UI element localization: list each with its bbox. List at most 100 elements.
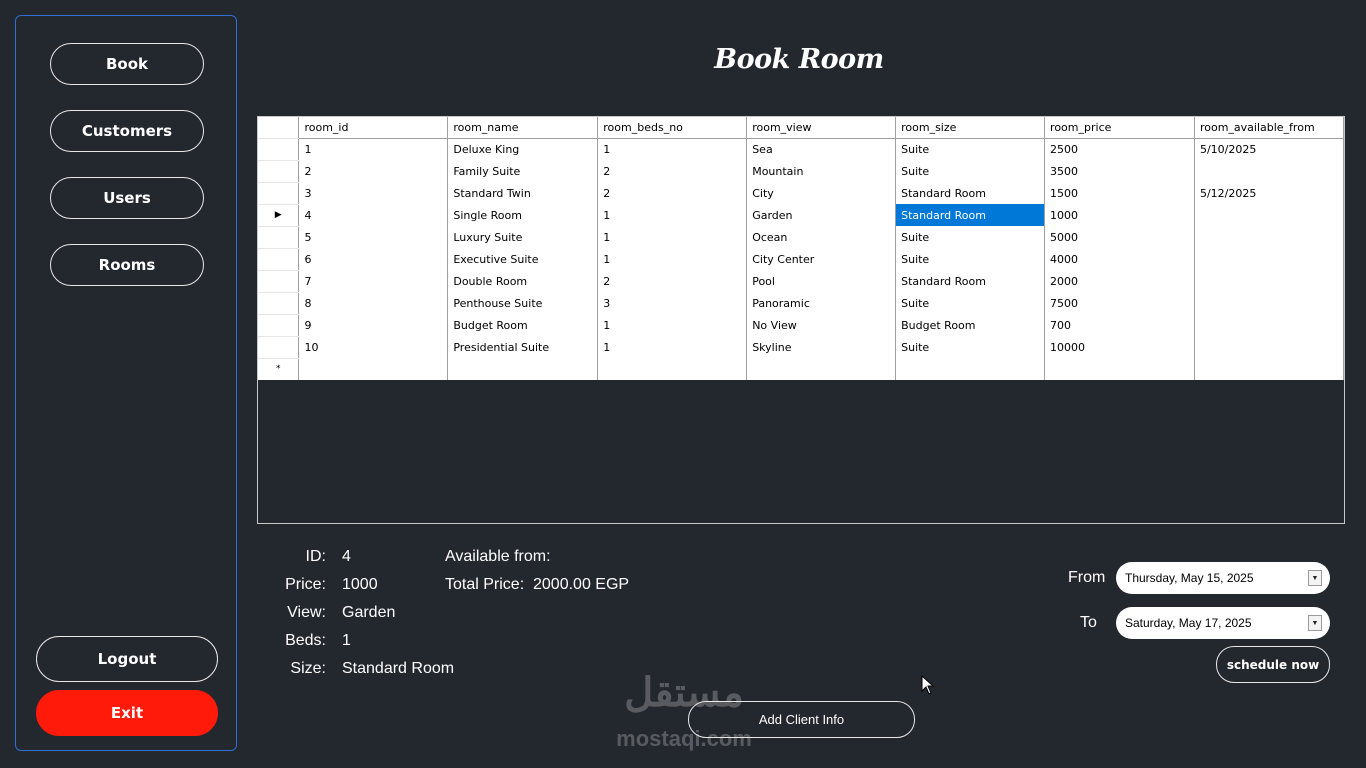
column-header-room-size[interactable]: room_size	[895, 117, 1046, 139]
row-header[interactable]	[258, 314, 300, 337]
add-client-info-button[interactable]: Add Client Info	[688, 701, 915, 738]
row-header[interactable]	[258, 292, 300, 315]
from-date-picker[interactable]: Thursday, May 15, 2025 ▼	[1116, 562, 1330, 594]
column-header-room-beds-no[interactable]: room_beds_no	[597, 117, 748, 139]
cell-room-size[interactable]: Suite	[895, 336, 1046, 358]
cell-room-id[interactable]: 10	[298, 336, 449, 358]
cell-room-view[interactable]: City	[746, 182, 897, 204]
cell-room-price[interactable]: 5000	[1044, 226, 1195, 248]
cell-room-price[interactable]: 1000	[1044, 204, 1195, 226]
customers-button[interactable]: Customers	[50, 110, 204, 152]
column-header-room-name[interactable]: room_name	[447, 117, 599, 139]
row-header[interactable]	[258, 226, 300, 249]
cell-room-id[interactable]: 5	[298, 226, 449, 248]
cell-room-available-from[interactable]: 5/10/2025	[1194, 138, 1345, 160]
cell-room-view[interactable]: Mountain	[746, 160, 897, 182]
row-header[interactable]	[258, 336, 300, 359]
row-header[interactable]	[258, 138, 300, 161]
new-row-cell[interactable]	[447, 358, 599, 380]
cell-room-price[interactable]: 2500	[1044, 138, 1195, 160]
cell-room-name[interactable]: Executive Suite	[447, 248, 599, 270]
schedule-now-button[interactable]: schedule now	[1216, 646, 1330, 683]
table-row[interactable]: 3 Standard Twin 2 City Standard Room 1500 5/12…	[258, 182, 1345, 205]
cell-room-beds-no[interactable]: 1	[597, 314, 748, 336]
cell-room-name[interactable]: Family Suite	[447, 160, 599, 182]
cell-room-beds-no[interactable]: 2	[597, 270, 748, 292]
cell-room-price[interactable]: 3500	[1044, 160, 1195, 182]
cell-room-price[interactable]: 700	[1044, 314, 1195, 336]
column-header-room-price[interactable]: room_price	[1044, 117, 1195, 139]
new-row[interactable]: *	[258, 358, 1345, 380]
new-row-cell[interactable]	[597, 358, 748, 380]
cell-room-view[interactable]: Sea	[746, 138, 897, 160]
column-header-room-view[interactable]: room_view	[746, 117, 897, 139]
to-date-picker[interactable]: Saturday, May 17, 2025 ▼	[1116, 607, 1330, 639]
cell-room-available-from[interactable]	[1194, 314, 1345, 336]
cell-room-available-from[interactable]	[1194, 160, 1345, 182]
table-row[interactable]: 9 Budget Room 1 No View Budget Room 700	[258, 314, 1345, 337]
chevron-down-icon[interactable]: ▼	[1308, 615, 1322, 631]
cell-room-name[interactable]: Single Room	[447, 204, 599, 226]
row-header[interactable]	[258, 270, 300, 293]
new-row-cell[interactable]	[746, 358, 897, 380]
logout-button[interactable]: Logout	[36, 636, 218, 682]
cell-room-beds-no[interactable]: 1	[597, 138, 748, 160]
cell-room-size[interactable]: Suite	[895, 160, 1046, 182]
rooms-button[interactable]: Rooms	[50, 244, 204, 286]
table-row[interactable]: 7 Double Room 2 Pool Standard Room 2000	[258, 270, 1345, 293]
cell-room-name[interactable]: Standard Twin	[447, 182, 599, 204]
cell-room-size[interactable]: Budget Room	[895, 314, 1046, 336]
cell-room-available-from[interactable]	[1194, 336, 1345, 358]
row-header[interactable]	[258, 248, 300, 271]
cell-room-name[interactable]: Double Room	[447, 270, 599, 292]
row-header[interactable]	[258, 182, 300, 205]
chevron-down-icon[interactable]: ▼	[1308, 570, 1322, 586]
current-row-indicator-icon[interactable]: ▶	[258, 204, 300, 227]
cell-room-size[interactable]: Standard Room	[895, 270, 1046, 292]
book-button[interactable]: Book	[50, 43, 204, 85]
cell-room-view[interactable]: City Center	[746, 248, 897, 270]
row-header[interactable]	[258, 160, 300, 183]
cell-room-view[interactable]: Pool	[746, 270, 897, 292]
table-row[interactable]: 10 Presidential Suite 1 Skyline Suite 10000	[258, 336, 1345, 359]
cell-room-view[interactable]: Garden	[746, 204, 897, 226]
cell-room-name[interactable]: Budget Room	[447, 314, 599, 336]
cell-room-id[interactable]: 4	[298, 204, 449, 226]
cell-room-name[interactable]: Penthouse Suite	[447, 292, 599, 314]
cell-room-name[interactable]: Luxury Suite	[447, 226, 599, 248]
cell-room-size[interactable]: Suite	[895, 138, 1046, 160]
cell-room-id[interactable]: 1	[298, 138, 449, 160]
new-row-cell[interactable]	[895, 358, 1046, 380]
cell-room-price[interactable]: 1500	[1044, 182, 1195, 204]
cell-room-id[interactable]: 2	[298, 160, 449, 182]
cell-room-beds-no[interactable]: 3	[597, 292, 748, 314]
cell-room-size[interactable]: Standard Room	[895, 182, 1046, 204]
cell-room-price[interactable]: 7500	[1044, 292, 1195, 314]
cell-room-id[interactable]: 7	[298, 270, 449, 292]
cell-room-size[interactable]: Suite	[895, 248, 1046, 270]
cell-room-price[interactable]: 2000	[1044, 270, 1195, 292]
cell-room-view[interactable]: No View	[746, 314, 897, 336]
cell-room-beds-no[interactable]: 1	[597, 336, 748, 358]
cell-room-size[interactable]: Suite	[895, 226, 1046, 248]
column-header-room-id[interactable]: room_id	[298, 117, 449, 139]
column-header-room-available-from[interactable]: room_available_from	[1194, 117, 1345, 139]
cell-room-name[interactable]: Presidential Suite	[447, 336, 599, 358]
cell-room-available-from[interactable]	[1194, 270, 1345, 292]
cell-room-beds-no[interactable]: 2	[597, 160, 748, 182]
cell-room-size[interactable]: Standard Room	[895, 204, 1046, 226]
cell-room-size[interactable]: Suite	[895, 292, 1046, 314]
cell-room-view[interactable]: Panoramic	[746, 292, 897, 314]
new-row-cell[interactable]	[298, 358, 449, 380]
cell-room-beds-no[interactable]: 1	[597, 226, 748, 248]
cell-room-available-from[interactable]	[1194, 248, 1345, 270]
cell-room-id[interactable]: 9	[298, 314, 449, 336]
users-button[interactable]: Users	[50, 177, 204, 219]
cell-room-beds-no[interactable]: 1	[597, 204, 748, 226]
table-row[interactable]: 6 Executive Suite 1 City Center Suite 4000	[258, 248, 1345, 271]
cell-room-price[interactable]: 10000	[1044, 336, 1195, 358]
table-row[interactable]: 5 Luxury Suite 1 Ocean Suite 5000	[258, 226, 1345, 249]
cell-room-available-from[interactable]	[1194, 226, 1345, 248]
cell-room-available-from[interactable]	[1194, 292, 1345, 314]
new-row-cell[interactable]	[1044, 358, 1195, 380]
